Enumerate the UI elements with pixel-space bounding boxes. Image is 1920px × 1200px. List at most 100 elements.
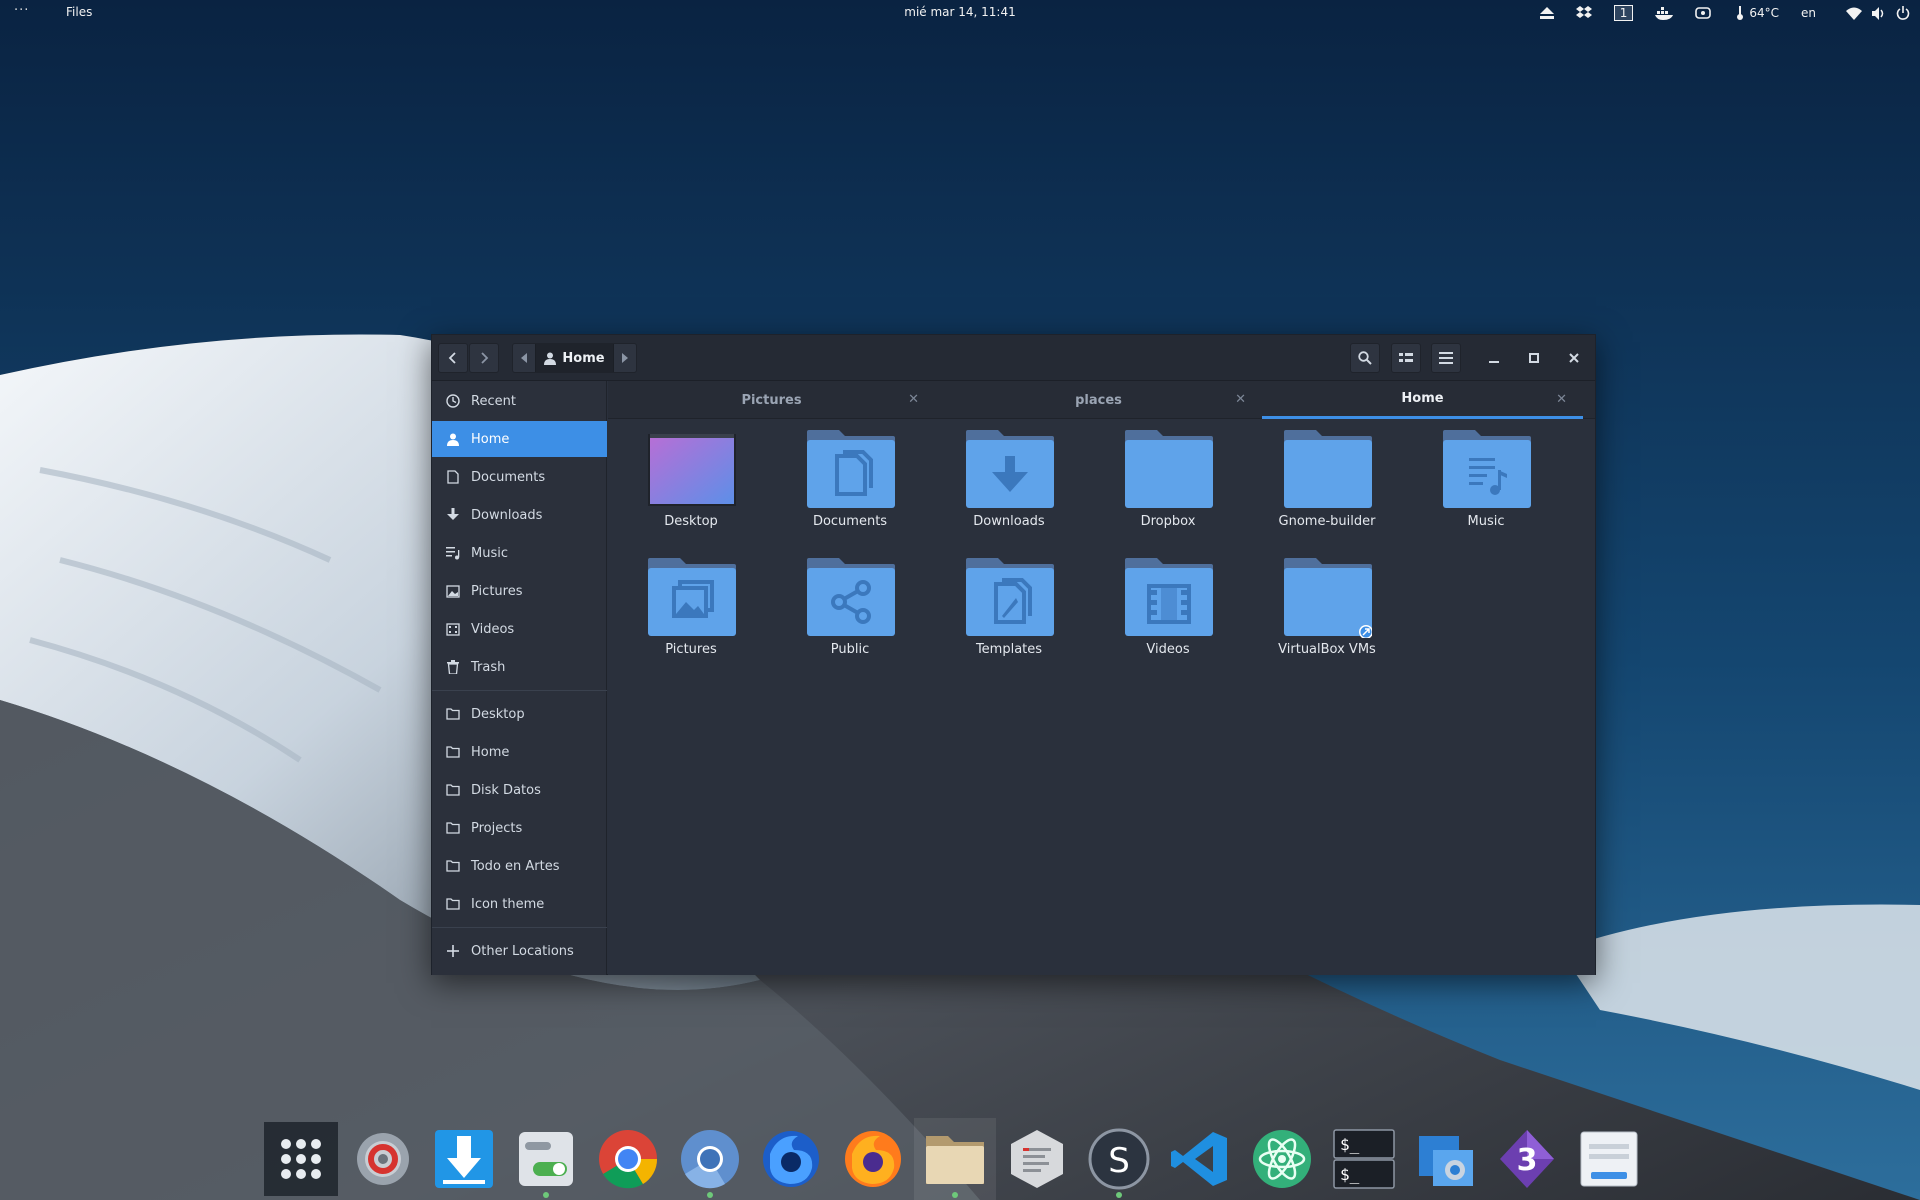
minimize-icon: [1489, 361, 1499, 363]
vscode-icon[interactable]: [1159, 1118, 1241, 1200]
dropbox-icon[interactable]: [1575, 6, 1592, 20]
file-item-music[interactable]: Music: [1421, 420, 1551, 540]
settings-icon[interactable]: [342, 1118, 424, 1200]
plus-icon: [445, 943, 461, 959]
sidebar-item-other-locations[interactable]: Other Locations: [432, 933, 607, 969]
documents-folder-icon: [807, 430, 895, 508]
tab-close-icon[interactable]: ✕: [1556, 392, 1567, 407]
sidebar-item-bookmark-todo-en-artes[interactable]: Todo en Artes: [432, 848, 607, 884]
folder-icon: [445, 744, 461, 760]
home-icon: [445, 431, 461, 447]
path-scroll-right[interactable]: [614, 344, 636, 372]
sidebar-item-bookmark-icon-theme[interactable]: Icon theme: [432, 886, 607, 922]
files-icon[interactable]: [914, 1118, 996, 1200]
path-scroll-left[interactable]: [513, 344, 535, 372]
screenshot-icon[interactable]: [1405, 1118, 1487, 1200]
tab-pictures[interactable]: Pictures ✕: [608, 381, 935, 419]
simplenote-icon[interactable]: S: [1078, 1118, 1160, 1200]
minimize-button[interactable]: [1479, 343, 1509, 373]
file-item-virtualbox-vms[interactable]: VirtualBox VMs: [1262, 548, 1392, 668]
file-item-pictures[interactable]: Pictures: [626, 548, 756, 668]
tab-close-icon[interactable]: ✕: [908, 392, 919, 407]
terminal-icon[interactable]: $_ $_: [1323, 1118, 1405, 1200]
videos-folder-icon: [1125, 558, 1213, 636]
sidebar-item-videos[interactable]: Videos: [432, 611, 607, 647]
sidebar-item-label: Music: [471, 545, 508, 561]
search-button[interactable]: [1350, 343, 1380, 373]
svg-text:$_: $_: [1340, 1165, 1360, 1184]
tab-home[interactable]: Home ✕: [1262, 381, 1583, 419]
sidebar-item-trash[interactable]: Trash: [432, 649, 607, 685]
volume-icon[interactable]: [1872, 6, 1886, 20]
eject-icon[interactable]: [1539, 7, 1554, 19]
path-home-button[interactable]: Home: [534, 344, 615, 372]
tab-places[interactable]: places ✕: [935, 381, 1262, 419]
sidebar-item-bookmark-projects[interactable]: Projects: [432, 810, 607, 846]
builder-3-icon[interactable]: 3: [1486, 1118, 1568, 1200]
tab-close-icon[interactable]: ✕: [1235, 392, 1246, 407]
document-icon: [445, 469, 461, 485]
file-item-label: Pictures: [665, 642, 717, 657]
maximize-button[interactable]: [1519, 343, 1549, 373]
forward-button[interactable]: [469, 343, 499, 373]
sidebar-item-bookmark-disk-datos[interactable]: Disk Datos: [432, 772, 607, 808]
file-item-dropbox[interactable]: Dropbox: [1103, 420, 1233, 540]
back-button[interactable]: [438, 343, 468, 373]
disk-icon[interactable]: [1695, 6, 1712, 20]
sidebar-item-documents[interactable]: Documents: [432, 459, 607, 495]
search-icon: [1358, 351, 1372, 365]
temperature-readout[interactable]: 64°C: [1749, 6, 1779, 20]
file-item-public[interactable]: Public: [785, 548, 915, 668]
sidebar-item-label: Trash: [471, 659, 506, 675]
text-editor-icon[interactable]: [996, 1118, 1078, 1200]
chrome-icon[interactable]: [587, 1118, 669, 1200]
file-item-videos[interactable]: Videos: [1103, 548, 1233, 668]
sidebar-item-label: Videos: [471, 621, 515, 637]
running-indicator: [543, 1192, 550, 1198]
dialog-app-icon[interactable]: [1568, 1118, 1650, 1200]
downloader-icon[interactable]: [424, 1118, 506, 1200]
sidebar-item-home[interactable]: Home: [432, 421, 607, 457]
sidebar-item-music[interactable]: Music: [432, 535, 607, 571]
caret-right-icon: [622, 353, 629, 363]
atom-icon[interactable]: [1241, 1118, 1323, 1200]
keyboard-language[interactable]: en: [1801, 6, 1816, 20]
sidebar-item-bookmark-home[interactable]: Home: [432, 734, 607, 770]
download-icon: [445, 507, 461, 523]
file-item-label: Desktop: [664, 514, 718, 529]
view-toggle-button[interactable]: [1391, 343, 1421, 373]
path-bar: Home: [512, 343, 637, 373]
firefox-icon[interactable]: [832, 1118, 914, 1200]
sidebar-item-bookmark-desktop[interactable]: Desktop: [432, 696, 607, 732]
file-item-templates[interactable]: Templates: [944, 548, 1074, 668]
tweaks-icon[interactable]: [505, 1118, 587, 1200]
close-button[interactable]: [1559, 343, 1589, 373]
file-item-desktop[interactable]: Desktop: [626, 420, 756, 540]
workspace-indicator[interactable]: 1: [1613, 5, 1634, 21]
sidebar-item-recent[interactable]: Recent: [432, 383, 607, 419]
svg-text:$_: $_: [1340, 1135, 1360, 1154]
sidebar-item-label: Todo en Artes: [471, 858, 560, 874]
sidebar-item-pictures[interactable]: Pictures: [432, 573, 607, 609]
tab-label: Pictures: [741, 392, 802, 408]
pictures-folder-icon: [648, 558, 736, 636]
picture-icon: [445, 583, 461, 599]
file-item-documents[interactable]: Documents: [785, 420, 915, 540]
file-item-downloads[interactable]: Downloads: [944, 420, 1074, 540]
sidebar-separator: [432, 927, 607, 928]
sidebar-item-label: Pictures: [471, 583, 523, 599]
power-icon[interactable]: [1896, 6, 1910, 20]
sidebar-item-downloads[interactable]: Downloads: [432, 497, 607, 533]
wifi-icon[interactable]: [1846, 7, 1862, 20]
system-tray: 1 64°C en: [1518, 3, 1910, 23]
file-item-label: Dropbox: [1140, 514, 1196, 529]
file-item-label: Public: [830, 642, 870, 657]
sidebar-item-label: Documents: [471, 469, 546, 485]
app-grid-icon[interactable]: [260, 1118, 342, 1200]
chromium-icon[interactable]: [669, 1118, 751, 1200]
firefox-dev-icon[interactable]: [751, 1118, 833, 1200]
menu-button[interactable]: [1431, 343, 1461, 373]
file-item-label: Downloads: [973, 514, 1045, 529]
docker-icon[interactable]: [1655, 6, 1674, 20]
file-item-gnome-builder[interactable]: Gnome-builder: [1262, 420, 1392, 540]
